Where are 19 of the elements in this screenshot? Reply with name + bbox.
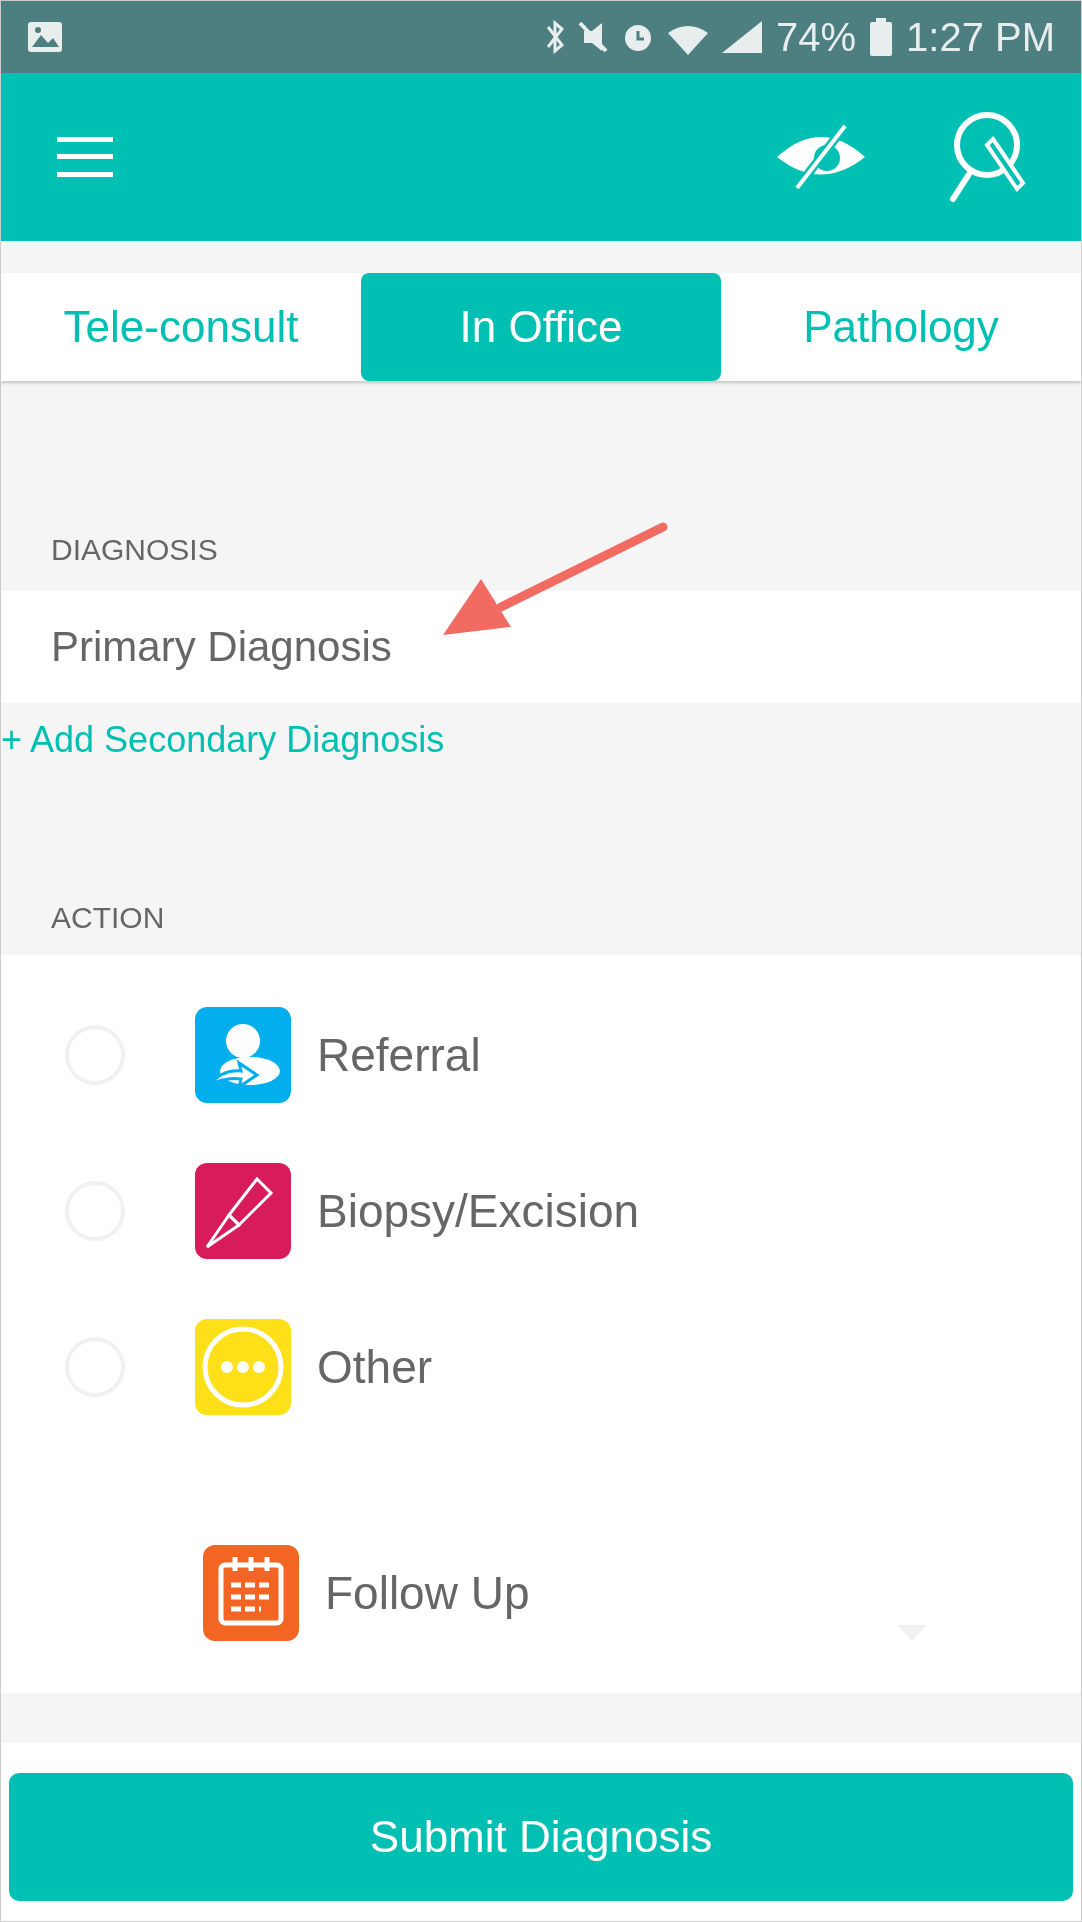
submit-button[interactable]: Submit Diagnosis — [9, 1773, 1073, 1901]
visit-type-tab[interactable]: In Office — [361, 273, 721, 381]
section-label: DIAGNOSIS — [50, 533, 219, 567]
hidden-eye-icon[interactable] — [775, 122, 867, 192]
menu-icon[interactable] — [57, 137, 113, 177]
action-option-label[interactable]: Biopsy/Excision — [317, 1184, 640, 1238]
action-option-label[interactable]: Follow Up — [325, 1566, 530, 1620]
add-secondary-diagnosis-link[interactable]: + Add Secondary Diagnosis — [1, 719, 445, 761]
clock: 1:27 PM — [906, 14, 1055, 60]
bluetooth-icon — [545, 19, 564, 55]
battery-level: 74% — [775, 14, 857, 60]
action-option-label[interactable]: Other — [317, 1340, 433, 1394]
mute-icon — [577, 21, 608, 53]
signal-icon — [721, 21, 762, 53]
battery-icon — [870, 18, 893, 56]
primary-diagnosis-field[interactable]: Primary Diagnosis — [1, 591, 1081, 703]
section-label: ACTION — [50, 901, 166, 935]
action-option-label[interactable]: Referral — [317, 1028, 481, 1082]
image-icon — [27, 21, 63, 53]
